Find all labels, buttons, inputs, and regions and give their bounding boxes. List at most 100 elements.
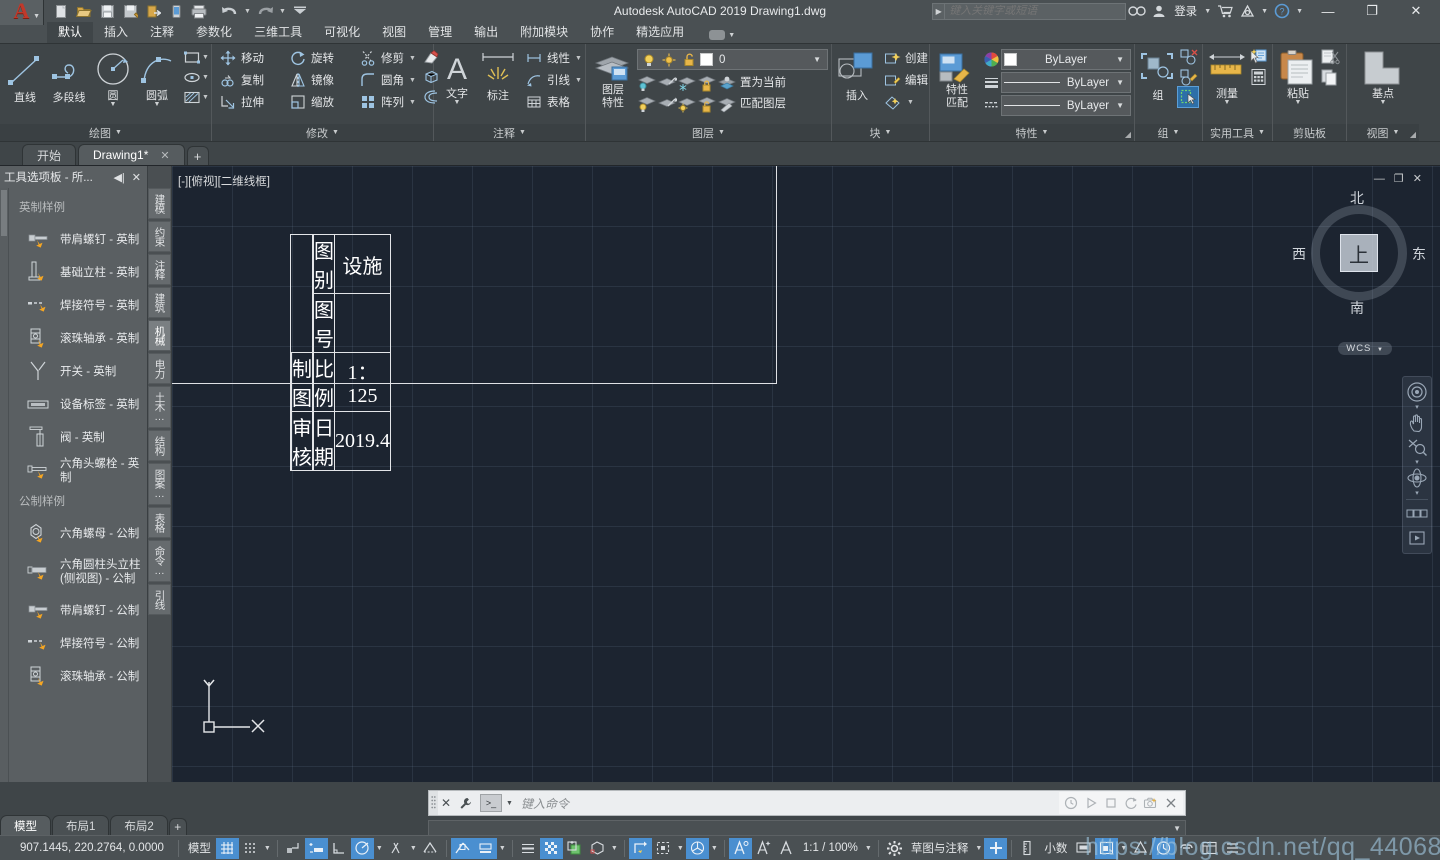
export-icon[interactable] xyxy=(142,1,164,21)
draw-panel-title[interactable]: 绘图 ▼ xyxy=(0,124,211,141)
scale-dropdown-icon[interactable]: ▼ xyxy=(863,845,874,852)
chevron-down-icon[interactable]: ▼ xyxy=(502,800,517,807)
showmotion-icon[interactable] xyxy=(1405,527,1429,549)
ribbon-tab-featured-apps[interactable]: 精选应用 xyxy=(625,22,695,43)
chevron-down-icon[interactable]: ▼ xyxy=(110,101,117,108)
chevron-down-icon[interactable]: ▼ xyxy=(575,55,582,62)
viewport-minimize-button[interactable]: — xyxy=(1374,173,1385,185)
layer-freeze-obj-icon[interactable] xyxy=(657,72,677,92)
layer-thaw-all-icon[interactable] xyxy=(677,93,697,113)
layer-unlock-icon[interactable] xyxy=(680,50,697,70)
properties-dialog-launcher-icon[interactable]: ◢ xyxy=(1125,130,1131,139)
command-close-icon[interactable]: ✕ xyxy=(438,796,454,810)
palette-tab-modeling[interactable]: 建模 xyxy=(148,188,171,219)
chevron-down-icon[interactable]: ▼ xyxy=(575,77,582,84)
refresh-icon[interactable] xyxy=(1122,794,1140,812)
command-prompt-icon[interactable]: >_ xyxy=(480,794,502,812)
color-wheel-icon[interactable] xyxy=(981,50,1001,70)
units-icon[interactable] xyxy=(1016,838,1039,859)
annotation-table-button[interactable]: 表格 xyxy=(521,91,585,113)
signin-label[interactable]: 登录 xyxy=(1170,3,1201,19)
search-input[interactable] xyxy=(949,5,1122,17)
layer-set-current-icon[interactable] xyxy=(717,72,737,92)
title-block-cell-drawing-type-label[interactable]: 图别 xyxy=(313,234,335,294)
viewport-restore-button[interactable]: ❐ xyxy=(1394,172,1404,185)
stop-icon[interactable] xyxy=(1102,794,1120,812)
command-history-scrollbar[interactable]: ▼ xyxy=(428,820,1186,836)
hardware-acceleration-button[interactable] xyxy=(1072,838,1095,859)
title-block-cell-drawing-no-value[interactable] xyxy=(334,293,391,353)
palette-item-hex-socket-column-metric[interactable]: 六角圆柱头立柱 (侧视图) - 公制 xyxy=(9,550,147,594)
quick-calc-icon[interactable] xyxy=(1248,67,1268,87)
palette-tab-mechanical[interactable]: 机械 xyxy=(148,320,171,351)
chevron-down-icon[interactable]: ▼ xyxy=(1380,99,1387,106)
block-insert-button[interactable]: 插入 xyxy=(835,47,879,102)
grid-display-button[interactable] xyxy=(215,837,239,859)
draw-hatch-icon[interactable] xyxy=(182,87,202,107)
dynamic-ucs-button[interactable] xyxy=(628,837,652,859)
redo-icon[interactable] xyxy=(254,1,276,21)
ribbon-tab-addins[interactable]: 附加模块 xyxy=(509,22,579,43)
layout-tab-model[interactable]: 模型 xyxy=(0,815,51,835)
chevron-down-icon[interactable]: ▼ xyxy=(1112,78,1128,87)
units-precision-button[interactable] xyxy=(1152,837,1176,859)
paste-button[interactable]: 粘贴 ▼ xyxy=(1276,47,1320,106)
close-button[interactable]: ✕ xyxy=(1394,0,1438,22)
shopping-cart-icon[interactable] xyxy=(1214,1,1236,21)
annotation-scale-button[interactable] xyxy=(775,838,798,859)
layout-tab-layout1[interactable]: 布局1 xyxy=(52,815,110,835)
ribbon-tab-parametric[interactable]: 参数化 xyxy=(185,22,243,43)
chevron-down-icon[interactable]: ▼ xyxy=(1295,99,1302,106)
layer-change-icon[interactable] xyxy=(657,93,677,113)
workspace-dropdown-icon[interactable]: ▼ xyxy=(973,845,984,852)
ribbon-tab-annotate[interactable]: 注释 xyxy=(139,22,185,43)
close-icon[interactable]: ✕ xyxy=(160,149,169,162)
new-layout-button[interactable]: + xyxy=(168,818,187,835)
palette-item-equipment-tag-imperial[interactable]: 设备标签 - 英制 xyxy=(9,388,147,421)
filter-dropdown-icon[interactable]: ▼ xyxy=(675,845,686,852)
command-line-grip[interactable] xyxy=(429,791,438,815)
layer-unlock-all-icon[interactable] xyxy=(697,93,717,113)
draw-arc-button[interactable]: 圆弧 ▼ xyxy=(135,47,179,108)
showmotion-thumbnails-icon[interactable] xyxy=(1405,503,1429,525)
chevron-down-icon[interactable]: ▼ xyxy=(809,55,825,64)
snap-dropdown-icon[interactable]: ▼ xyxy=(262,845,273,852)
undo-dropdown-icon[interactable]: ▼ xyxy=(242,1,253,21)
block-create-button[interactable]: 创建 xyxy=(879,47,931,69)
close-icon[interactable]: ✕ xyxy=(130,171,143,184)
layer-properties-button[interactable]: 图层 特性 xyxy=(589,49,637,109)
infer-constraints-button[interactable] xyxy=(282,838,305,859)
new-document-button[interactable]: + xyxy=(186,146,209,165)
annotation-leader-button[interactable]: 引线 ▼ xyxy=(521,69,585,91)
annotation-dimension-button[interactable]: 标注 xyxy=(477,47,519,102)
isolate-objects-button[interactable] xyxy=(1095,837,1119,859)
view-cube-south-label[interactable]: 南 xyxy=(1350,298,1364,318)
title-block-cell-empty-a[interactable] xyxy=(290,234,313,353)
chevron-down-icon[interactable]: ▼ xyxy=(409,55,416,62)
palette-tab-electrical[interactable]: 电力 xyxy=(148,353,171,384)
modify-rotate-button[interactable]: 旋转 xyxy=(285,47,355,69)
palette-tab-tables[interactable]: 表格 xyxy=(148,507,171,538)
view-panel-title[interactable]: 视图 ▼ ◢ xyxy=(1347,124,1419,141)
ribbon-minimize-control[interactable]: ▼ xyxy=(709,30,735,43)
layer-freeze-icon[interactable] xyxy=(660,50,677,70)
object-snap-button[interactable] xyxy=(450,837,474,859)
view-cube-west-label[interactable]: 西 xyxy=(1292,244,1306,264)
isodraft-dropdown-icon[interactable]: ▼ xyxy=(408,845,419,852)
viewport-close-button[interactable]: ✕ xyxy=(1413,172,1422,185)
modify-stretch-button[interactable]: 拉伸 xyxy=(215,91,285,113)
model-space-label[interactable]: 模型 xyxy=(183,840,216,856)
modify-fillet-button[interactable]: 圆角 ▼ xyxy=(355,69,419,91)
save-file-icon[interactable] xyxy=(96,1,118,21)
workspace-switching-icon[interactable] xyxy=(883,838,906,859)
plot-icon[interactable] xyxy=(188,1,210,21)
title-block-cell-date-value[interactable]: 2019.4 xyxy=(334,411,391,471)
measure-button[interactable]: 测量 ▼ xyxy=(1206,47,1248,106)
layer-match-label[interactable]: 匹配图层 xyxy=(737,95,786,111)
command-input[interactable]: 键入命令 xyxy=(517,795,1059,812)
autodesk-app-icon[interactable] xyxy=(1236,1,1258,21)
signin-dropdown-icon[interactable]: ▼ xyxy=(1201,8,1214,15)
chevron-down-icon[interactable]: ▼ xyxy=(907,99,914,106)
palette-scrollbar[interactable] xyxy=(0,188,9,782)
customize-statusbar-button[interactable] xyxy=(984,837,1008,859)
